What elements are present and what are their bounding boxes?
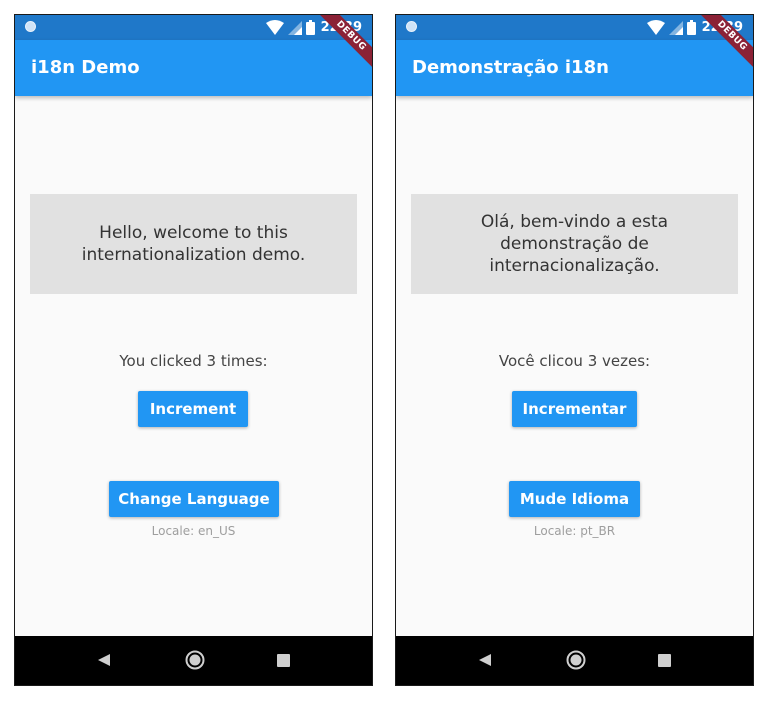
status-time: 22:39 bbox=[701, 20, 743, 35]
battery-icon bbox=[686, 20, 696, 35]
status-icons: 22:39 bbox=[646, 19, 743, 36]
home-circle-icon[interactable] bbox=[566, 650, 586, 670]
wifi-icon bbox=[265, 20, 284, 35]
recent-apps-square-icon[interactable] bbox=[658, 654, 671, 667]
status-bar: 22:39 bbox=[396, 15, 753, 40]
phone-screen-pt: 22:39 Demonstração i18n DEBUG Olá, bem-v… bbox=[395, 14, 754, 686]
locale-text: Locale: en_US bbox=[151, 524, 236, 538]
status-bar: 22:39 bbox=[15, 15, 372, 40]
back-triangle-icon[interactable] bbox=[98, 654, 110, 666]
status-icons: 22:39 bbox=[265, 19, 362, 36]
locale-text: Locale: pt_BR bbox=[533, 524, 616, 538]
greeting-card: Olá, bem-vindo a esta demonstração de in… bbox=[411, 194, 738, 294]
app-bar: Demonstração i18n bbox=[396, 40, 753, 96]
status-time: 22:39 bbox=[320, 20, 362, 35]
app-title: Demonstração i18n bbox=[412, 57, 609, 78]
home-circle-icon[interactable] bbox=[185, 650, 205, 670]
battery-icon bbox=[305, 20, 315, 35]
greeting-card: Hello, welcome to this internationalizat… bbox=[30, 194, 357, 294]
increment-button[interactable]: Incrementar bbox=[512, 391, 637, 427]
click-counter-text: You clicked 3 times: bbox=[119, 352, 268, 370]
increment-button[interactable]: Increment bbox=[138, 391, 248, 427]
navigation-bar bbox=[15, 636, 372, 685]
notification-dot-icon bbox=[25, 21, 36, 32]
change-language-button[interactable]: Mude Idioma bbox=[509, 481, 640, 517]
signal-icon bbox=[668, 20, 683, 35]
app-title: i18n Demo bbox=[31, 57, 140, 78]
click-counter-text: Você clicou 3 vezes: bbox=[498, 352, 651, 370]
signal-icon bbox=[287, 20, 302, 35]
wifi-icon bbox=[646, 20, 665, 35]
back-triangle-icon[interactable] bbox=[479, 654, 491, 666]
phone-screen-en: 22:39 i18n Demo DEBUG Hello, welcome to … bbox=[14, 14, 373, 686]
greeting-text: Olá, bem-vindo a esta demonstração de in… bbox=[480, 212, 669, 276]
navigation-bar bbox=[396, 636, 753, 685]
app-bar: i18n Demo bbox=[15, 40, 372, 96]
change-language-button[interactable]: Change Language bbox=[109, 481, 279, 517]
notification-dot-icon bbox=[406, 21, 417, 32]
greeting-text: Hello, welcome to this internationalizat… bbox=[81, 223, 306, 265]
recent-apps-square-icon[interactable] bbox=[277, 654, 290, 667]
